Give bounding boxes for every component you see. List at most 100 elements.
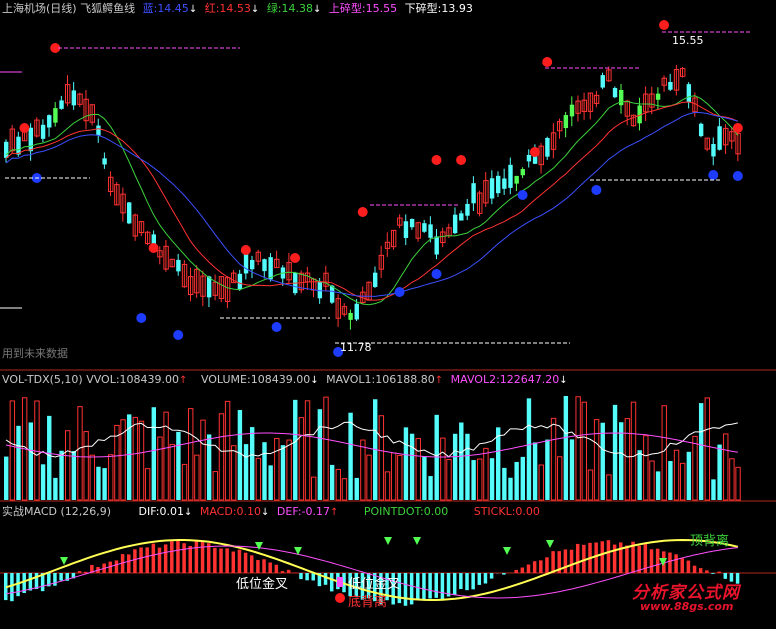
volume-bar: [262, 442, 267, 500]
volume-value: 108439.00: [250, 373, 311, 386]
volume-bar: [354, 477, 359, 500]
volume-bar: [16, 425, 21, 500]
volume-bar: [268, 465, 273, 500]
macd-bar: [422, 573, 426, 601]
mavol2-value: 122647.20: [499, 373, 560, 386]
macd-bar: [299, 573, 303, 580]
macd-bar: [323, 573, 328, 585]
upper-fractal-dot: [542, 57, 553, 67]
macd-bar: [133, 549, 137, 573]
mavol1-label: MAVOL1:: [326, 373, 376, 386]
volume-bar: [280, 445, 286, 500]
macd-bar: [489, 573, 494, 579]
macd-bar: [151, 543, 156, 573]
pointdot-label: POINTDOT:: [363, 505, 424, 518]
macd-bar: [619, 542, 623, 573]
macd-bar: [163, 544, 168, 573]
volume-bar: [526, 398, 532, 500]
arrow-down-icon: ↓: [261, 507, 270, 518]
candle: [545, 136, 550, 160]
macd-bar: [606, 540, 611, 573]
macd-bar: [237, 549, 242, 573]
volume-bar: [563, 395, 569, 500]
candle: [698, 122, 704, 138]
volume-bar: [655, 471, 661, 500]
upper-fractal-dot: [431, 155, 442, 165]
macd-bar: [575, 543, 580, 573]
macd-bar: [250, 555, 254, 573]
arrow-up-icon: ↑: [330, 507, 339, 518]
macd-bar: [471, 573, 475, 590]
candle: [600, 72, 605, 90]
macd-bar: [114, 560, 119, 573]
macd-bar: [194, 541, 199, 573]
volume-bar: [102, 468, 107, 500]
volume-bar: [237, 410, 243, 500]
lower-fractal-value: 13.93: [441, 2, 473, 15]
volume-bar: [711, 479, 716, 500]
volume-bar: [459, 422, 464, 500]
macd-indicator-name: 实战MACD (12,26,9): [2, 505, 112, 518]
macd-bar: [10, 573, 14, 602]
arrow-down-icon: ↓: [310, 375, 319, 386]
def-label: DEF:: [276, 505, 302, 518]
macd-bar: [428, 573, 432, 599]
macd-bar: [459, 573, 463, 590]
macd-bar: [225, 548, 229, 573]
macd-bar: [274, 564, 279, 573]
volume-bar: [348, 412, 353, 500]
macd-bar: [231, 551, 236, 573]
lower-fractal-dot: [271, 322, 282, 332]
lower-fractal-dot: [708, 170, 719, 180]
arrow-down-icon: ↓: [559, 375, 568, 386]
high-price-marker: 15.55: [672, 34, 704, 47]
lower-fractal-dot: [394, 287, 405, 297]
macd-bar: [594, 542, 598, 573]
macd-bar: [77, 571, 82, 573]
macd-bar: [686, 560, 691, 573]
upper-fractal-dot: [148, 243, 159, 253]
volume-bar: [96, 466, 101, 500]
volume-bar: [28, 422, 33, 500]
volume-bar: [600, 422, 605, 500]
macd-bar: [502, 573, 506, 575]
macd-bar: [446, 573, 451, 597]
upper-fractal-dot: [732, 123, 743, 133]
pointdot-value: 0.00: [423, 505, 449, 518]
macd-bar: [520, 567, 525, 573]
macd-bar: [268, 562, 272, 573]
macd-bar: [243, 552, 248, 573]
volume-bar: [47, 415, 52, 500]
macd-bar: [262, 559, 266, 573]
macd-bar: [139, 547, 143, 573]
macd-bar: [705, 570, 709, 573]
volume-bar: [428, 476, 433, 500]
macd-bar: [625, 545, 629, 573]
volume-bar: [403, 427, 409, 500]
volume-bar: [502, 467, 507, 500]
blue-value: 14.45: [157, 2, 189, 15]
volume-bar: [471, 460, 476, 500]
macd-bar: [452, 573, 457, 596]
arrow-up-icon: ↑: [434, 375, 444, 386]
macd-bar: [637, 545, 641, 573]
macd-bar: [53, 573, 57, 586]
annotation-low-golden-cross-2: 低位金叉: [348, 577, 401, 592]
arrow-up-icon: ↑: [179, 375, 188, 386]
mavol1-value: 106188.80: [375, 373, 435, 386]
macd-bar: [514, 569, 518, 573]
macd-bar: [213, 547, 217, 573]
upper-fractal-dot: [290, 253, 301, 263]
chart-canvas: [0, 0, 776, 629]
macd-bar: [219, 548, 223, 573]
macd-bar: [545, 557, 549, 573]
volume-bar: [637, 450, 642, 500]
macd-bar: [280, 571, 285, 573]
macd-bar: [440, 573, 445, 600]
lower-fractal-dot: [431, 269, 442, 279]
volume-bar: [668, 461, 673, 500]
cross-marker-icon: [337, 577, 343, 587]
low-price-marker: 11.78: [340, 341, 372, 354]
volume-bar: [686, 451, 692, 500]
macd-bar: [477, 573, 482, 585]
